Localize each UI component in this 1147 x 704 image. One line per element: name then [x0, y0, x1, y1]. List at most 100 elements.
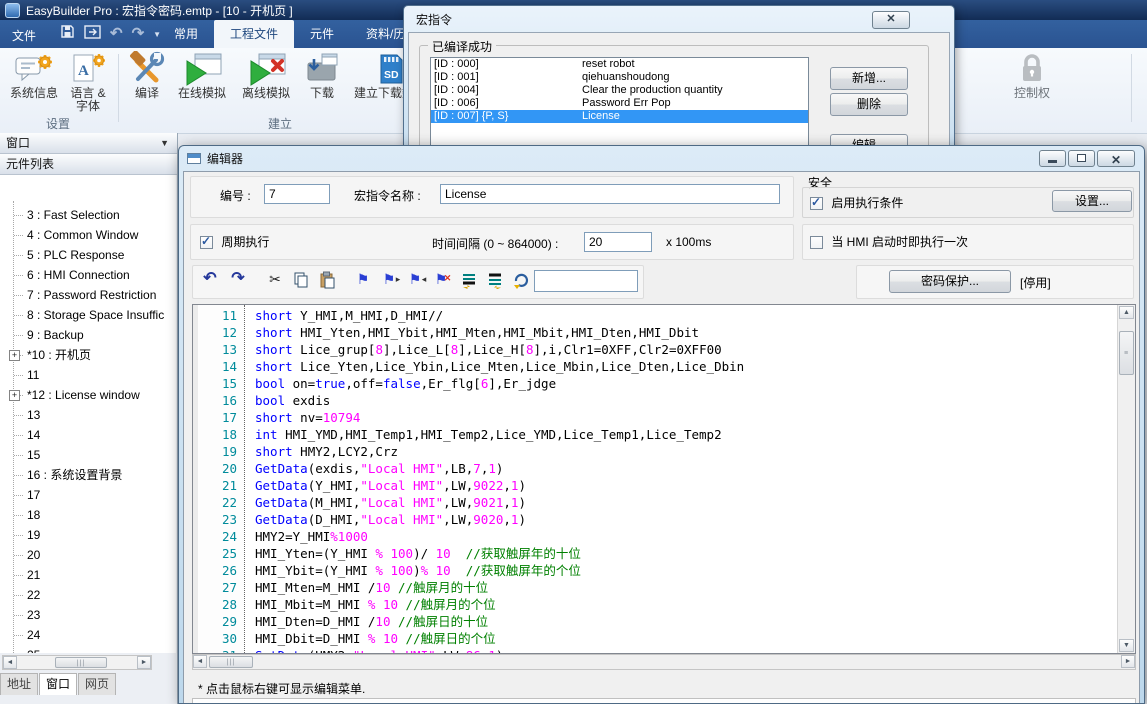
tree-item[interactable]: 8 : Storage Space Insuffic: [0, 305, 176, 325]
exec-condition-label: 启用执行条件: [831, 196, 903, 210]
redo-icon[interactable]: ↷: [132, 27, 145, 41]
tree-item[interactable]: +*12 : License window: [0, 385, 176, 405]
next-bookmark-icon[interactable]: ⚑▸: [378, 269, 400, 291]
macro-dialog: 宏指令 ✕ 已编译成功 [ID : 000]reset robot[ID : 0…: [403, 5, 955, 163]
tree-item[interactable]: 4 : Common Window: [0, 225, 176, 245]
cut-icon[interactable]: ✂: [264, 269, 286, 291]
indent-icon[interactable]: [458, 269, 480, 291]
tab-window[interactable]: 窗口: [39, 673, 77, 695]
security-settings-button[interactable]: 设置...: [1052, 190, 1132, 212]
tree-item[interactable]: 5 : PLC Response: [0, 245, 176, 265]
tab-project-file[interactable]: 工程文件: [214, 20, 294, 48]
tree-item[interactable]: 22: [0, 585, 176, 605]
tree-item[interactable]: 24: [0, 625, 176, 645]
undo-icon[interactable]: ↶: [110, 27, 123, 41]
tree-item[interactable]: 9 : Backup: [0, 325, 176, 345]
macro-list-row[interactable]: [ID : 001]qiehuanshoudong: [431, 71, 808, 84]
outdent-icon[interactable]: [484, 269, 506, 291]
ribbon-button-system-info[interactable]: 系统信息: [8, 51, 60, 100]
tree-item[interactable]: 16 : 系统设置背景: [0, 465, 176, 485]
exec-condition-checkbox[interactable]: [810, 197, 823, 210]
tree-item[interactable]: 7 : Password Restriction: [0, 285, 176, 305]
paste-icon[interactable]: [316, 269, 338, 291]
scroll-right-icon[interactable]: ►: [137, 656, 151, 669]
close-icon[interactable]: ✕: [872, 11, 910, 29]
tab-address[interactable]: 地址: [0, 673, 38, 695]
tree-item[interactable]: 13: [0, 405, 176, 425]
password-protect-button[interactable]: 密码保护...: [889, 270, 1011, 293]
tree-item[interactable]: 6 : HMI Connection: [0, 265, 176, 285]
tree-item[interactable]: 3 : Fast Selection: [0, 205, 176, 225]
window-tree[interactable]: 3 : Fast Selection4 : Common Window5 : P…: [0, 175, 176, 653]
file-menu-button[interactable]: 文件: [12, 27, 36, 44]
ribbon-button-control-right[interactable]: 控制权: [1000, 51, 1064, 100]
code-vertical-scrollbar[interactable]: ▲ ≡ ▼: [1117, 305, 1135, 653]
restore-icon[interactable]: [1068, 150, 1095, 167]
macro-id-label: 编号 :: [220, 187, 251, 204]
password-state: [停用]: [1020, 274, 1051, 291]
sidebar-pane-selector[interactable]: 窗口 ▼: [0, 133, 177, 154]
macro-list-row[interactable]: [ID : 000]reset robot: [431, 58, 808, 71]
interval-field[interactable]: 20: [584, 232, 652, 252]
ribbon-button-offline-simulation[interactable]: 离线模拟: [236, 51, 296, 100]
tree-item-label: 25: [27, 648, 40, 653]
tree-item[interactable]: 18: [0, 505, 176, 525]
scrollbar-thumb[interactable]: |||: [209, 656, 253, 668]
new-macro-button[interactable]: 新增...: [830, 67, 908, 90]
scroll-down-icon[interactable]: ▼: [1119, 639, 1134, 652]
tree-item[interactable]: 21: [0, 565, 176, 585]
code-horizontal-scrollbar[interactable]: ◄ ||| ►: [192, 654, 1136, 670]
tree-item[interactable]: 23: [0, 605, 176, 625]
scroll-right-icon[interactable]: ►: [1121, 655, 1135, 668]
tree-item[interactable]: 20: [0, 545, 176, 565]
scroll-left-icon[interactable]: ◄: [3, 656, 17, 669]
tree-item[interactable]: 17: [0, 485, 176, 505]
editor-status-hint: * 点击鼠标右键可显示编辑菜单.: [198, 680, 365, 697]
tree-item[interactable]: +*10 : 开机页: [0, 345, 176, 365]
ribbon-button-compile[interactable]: 编译: [124, 51, 170, 100]
minimize-icon[interactable]: [1039, 150, 1066, 167]
macro-id-field[interactable]: 7: [264, 184, 330, 204]
search-box[interactable]: [534, 270, 638, 292]
scrollbar-thumb[interactable]: ≡: [1119, 331, 1134, 375]
tab-object[interactable]: 元件: [294, 20, 350, 48]
macro-list-row[interactable]: [ID : 006]Password Err Pop: [431, 97, 808, 110]
run-once-checkbox[interactable]: [810, 236, 823, 249]
refresh-search-icon[interactable]: [510, 269, 532, 291]
tree-item[interactable]: 15: [0, 445, 176, 465]
ribbon-button-download[interactable]: 下载: [300, 51, 344, 100]
scroll-up-icon[interactable]: ▲: [1119, 306, 1134, 319]
line-number: 12: [193, 324, 244, 341]
tree-item[interactable]: 14: [0, 425, 176, 445]
sidebar-horizontal-scrollbar[interactable]: ◄ ||| ►: [2, 655, 152, 670]
tab-webpage[interactable]: 网页: [78, 673, 116, 695]
tree-item[interactable]: 11: [0, 365, 176, 385]
undo-icon[interactable]: ↶: [199, 269, 221, 291]
tree-item[interactable]: 19: [0, 525, 176, 545]
expand-icon[interactable]: +: [9, 350, 20, 361]
bookmark-icon[interactable]: ⚑: [352, 269, 374, 291]
close-icon[interactable]: ✕: [1097, 150, 1135, 167]
macro-name-field[interactable]: License: [440, 184, 780, 204]
macro-list-row[interactable]: [ID : 004]Clear the production quantity: [431, 84, 808, 97]
export-window-icon[interactable]: [84, 25, 101, 44]
scrollbar-thumb[interactable]: |||: [55, 657, 107, 668]
periodic-checkbox[interactable]: [200, 236, 213, 249]
code-line: HMI_Ybit=(Y_HMI % 100)% 10 //获取触屏年的个位: [255, 562, 1118, 579]
redo-icon[interactable]: ↷: [227, 269, 249, 291]
macro-list-row[interactable]: [ID : 007] {P, S}License: [431, 110, 808, 123]
expand-icon[interactable]: +: [9, 390, 20, 401]
tree-item[interactable]: 25: [0, 645, 176, 653]
prev-bookmark-icon[interactable]: ⚑◂: [404, 269, 426, 291]
scroll-left-icon[interactable]: ◄: [193, 655, 207, 668]
tab-common[interactable]: 常用: [158, 20, 214, 48]
delete-macro-button[interactable]: 删除: [830, 93, 908, 116]
object-list-header: 元件列表: [0, 154, 177, 175]
copy-icon[interactable]: [290, 269, 312, 291]
ribbon-button-online-simulation[interactable]: 在线模拟: [172, 51, 232, 100]
code-line: bool on=true,off=false,Er_flg[6],Er_jdge: [255, 375, 1118, 392]
save-icon[interactable]: [60, 24, 75, 44]
clear-bookmarks-icon[interactable]: ⚑✕: [430, 269, 452, 291]
macro-code-editor[interactable]: 1112131415161718192021222324252627282930…: [192, 304, 1136, 654]
ribbon-button-language-font[interactable]: A 语言 &字体: [62, 51, 114, 113]
